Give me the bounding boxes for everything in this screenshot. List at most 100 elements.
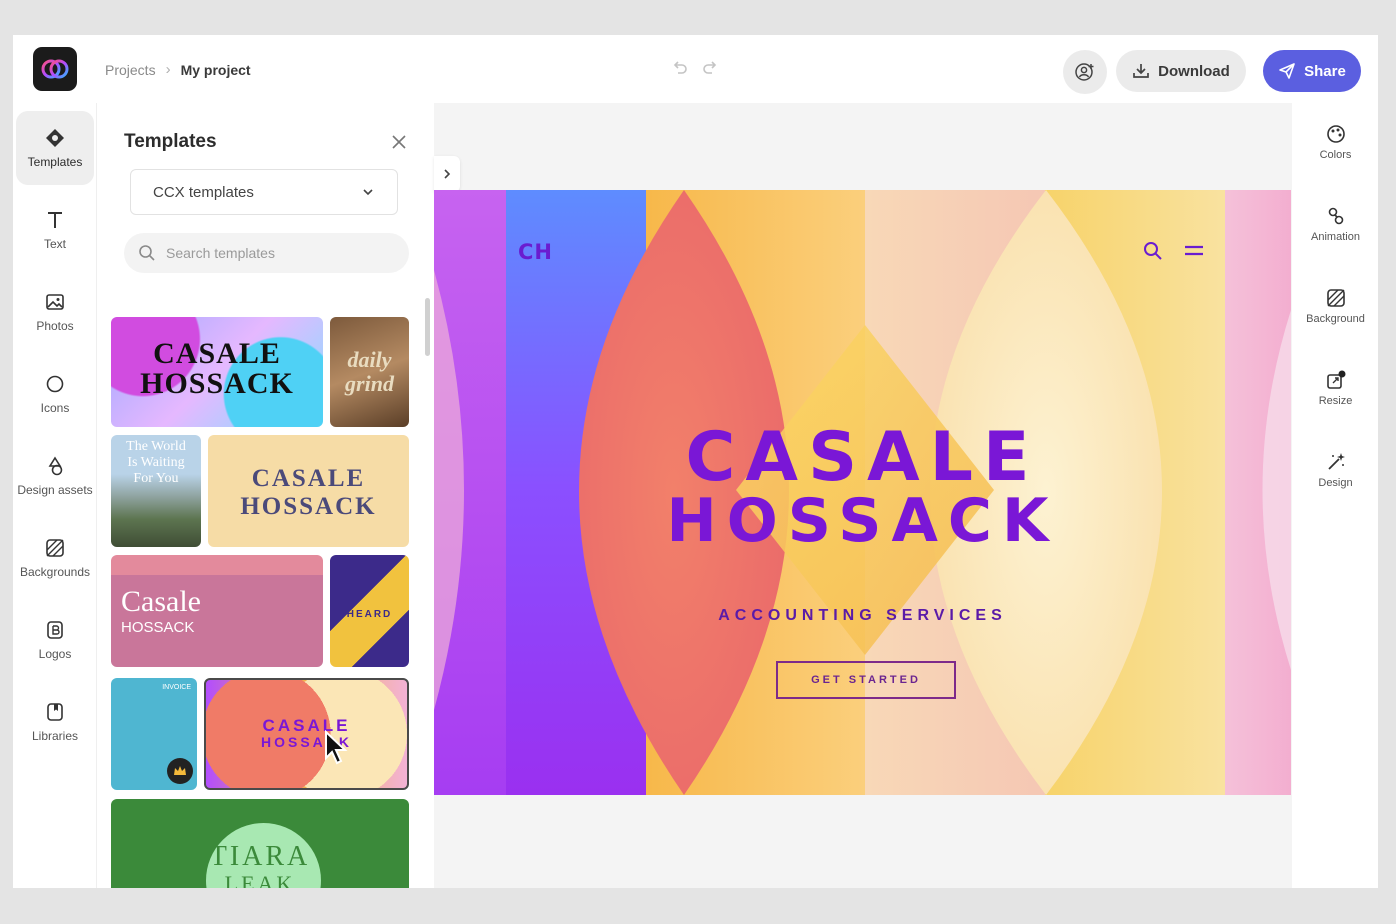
rail-label-icons: Icons [40,401,70,415]
thumb-title-4: CASALE [251,465,366,492]
invite-icon [1075,63,1094,81]
artboard-title-line2[interactable]: HOSSACK [434,486,1291,556]
artboard-get-started-button[interactable]: GET STARTED [776,661,956,699]
app-logo-icon[interactable] [33,47,77,91]
right-rail-label-animation: Animation [1311,231,1360,243]
search-templates-input[interactable]: Search templates [124,233,409,273]
rail-label-templates: Templates [27,155,83,169]
chevron-right-icon [444,169,451,179]
download-label: Download [1158,62,1230,80]
search-placeholder: Search templates [166,245,275,261]
thumb-title-3c: For You [133,471,179,486]
thumb-title-1: CASALE [153,337,281,370]
search-icon [139,245,155,261]
template-thumb-invoice[interactable]: INVOICE [111,678,197,790]
right-rail-label-design: Design [1318,477,1353,489]
right-rail-animation[interactable]: Animation [1293,205,1378,275]
logos-icon [47,621,63,639]
icons-icon [46,375,64,393]
artboard-subtitle[interactable]: ACCOUNTING SERVICES [434,607,1291,625]
share-label: Share [1304,62,1346,80]
dropdown-value: CCX templates [153,183,254,201]
close-icon[interactable] [388,131,410,153]
background-icon [1326,289,1345,307]
rail-label-backgrounds: Backgrounds [19,565,91,579]
thumb-title-6: HEARD [346,609,393,620]
template-thumb-the-world[interactable]: The World Is Waiting For You [111,435,201,547]
rail-item-design-assets[interactable]: Design assets [16,439,94,513]
template-thumb-casale-hossack-beige[interactable]: CASALE HOSSACK [208,435,409,547]
right-rail-colors[interactable]: Colors [1293,123,1378,193]
rail-item-libraries[interactable]: Libraries [16,685,94,759]
breadcrumb-projects-link[interactable]: Projects [105,62,156,78]
artboard-search-icon[interactable] [1143,241,1163,261]
thumb-title-1b: HOSSACK [140,367,294,400]
animation-icon [1328,207,1343,225]
rail-item-photos[interactable]: Photos [16,275,94,349]
right-rail-background[interactable]: Background [1293,287,1378,357]
rail-label-logos: Logos [38,647,72,661]
rail-item-text[interactable]: Text [16,193,94,267]
template-source-dropdown[interactable]: CCX templates [130,169,398,215]
artboard-menu-icon[interactable] [1184,243,1204,259]
thumb-title-7: INVOICE [162,684,191,691]
thumb-title-5: Casale [121,585,201,618]
rail-item-templates[interactable]: Templates [16,111,94,185]
thumb-title-2b: grind [345,371,394,396]
photos-icon [46,294,64,310]
undo-icon[interactable] [669,57,691,79]
artboard-logo[interactable]: CH [518,240,553,264]
templates-icon [46,129,64,147]
thumb-title-2: daily [347,347,392,372]
right-rail-label-colors: Colors [1319,149,1352,161]
template-thumb-casale-hossack-blue[interactable]: CASALE HOSSACK [111,317,323,427]
template-thumb-casale-hossack-pink[interactable]: Casale HOSSACK [111,555,323,667]
thumb-title-3: The World [126,439,186,454]
chevron-down-icon [363,189,373,196]
rail-label-text: Text [43,237,66,251]
top-bar: Projects › My project Download Share [13,35,1378,103]
thumb-title-5b: HOSSACK [121,619,195,636]
thumb-title-9: TIARA [209,841,311,872]
right-rail-design[interactable]: Design [1293,451,1378,521]
send-icon [1279,63,1295,79]
thumb-title-3b: Is Waiting [127,455,185,470]
right-rail-label-background: Background [1306,313,1365,325]
app-window: Projects › My project Download Share Tem… [13,35,1378,888]
mouse-cursor-icon [325,730,348,765]
rail-label-design-assets: Design assets [17,483,93,497]
invite-button[interactable] [1063,50,1107,94]
rail-item-icons[interactable]: Icons [16,357,94,431]
right-rail-label-resize: Resize [1318,395,1353,407]
template-thumb-tiara[interactable]: TIARA LEAK [111,799,409,888]
rail-label-libraries: Libraries [31,729,79,743]
colors-icon [1326,125,1345,143]
premium-crown-icon [167,758,193,784]
thumb-title-8: CASALE [262,716,351,735]
redo-icon[interactable] [699,57,721,79]
design-icon [1327,453,1345,470]
thumb-title-4b: HOSSACK [240,493,377,520]
breadcrumb: Projects › My project [105,61,251,78]
rail-item-backgrounds[interactable]: Backgrounds [16,521,94,595]
breadcrumb-separator: › [165,61,171,78]
backgrounds-icon [46,539,64,557]
download-icon [1133,64,1150,78]
right-rail: Colors Animation Background Resize Desig… [1293,103,1378,888]
design-artboard[interactable]: CH CASALE HOSSACK ACCOUNTING SERVICES GE… [434,190,1291,795]
template-thumb-heard[interactable]: HEARD [330,555,409,667]
template-thumb-daily-grind[interactable]: daily grind [330,317,409,427]
rail-item-logos[interactable]: Logos [16,603,94,677]
left-rail: Templates Text Photos Icons Design asset… [13,103,97,888]
thumb-title-8b: HOSSACK [260,734,352,750]
right-rail-resize[interactable]: Resize [1293,369,1378,439]
text-icon [48,212,62,228]
panel-scrollbar[interactable] [425,298,430,356]
template-thumb-casale-hossack-selected[interactable]: CASALE HOSSACK [204,678,409,790]
rail-label-photos: Photos [36,319,74,333]
undo-redo-group [669,57,721,79]
share-button[interactable]: Share [1263,50,1361,92]
download-button[interactable]: Download [1116,50,1246,92]
panel-title: Templates [124,131,217,152]
collapse-panel-button[interactable] [434,156,460,192]
